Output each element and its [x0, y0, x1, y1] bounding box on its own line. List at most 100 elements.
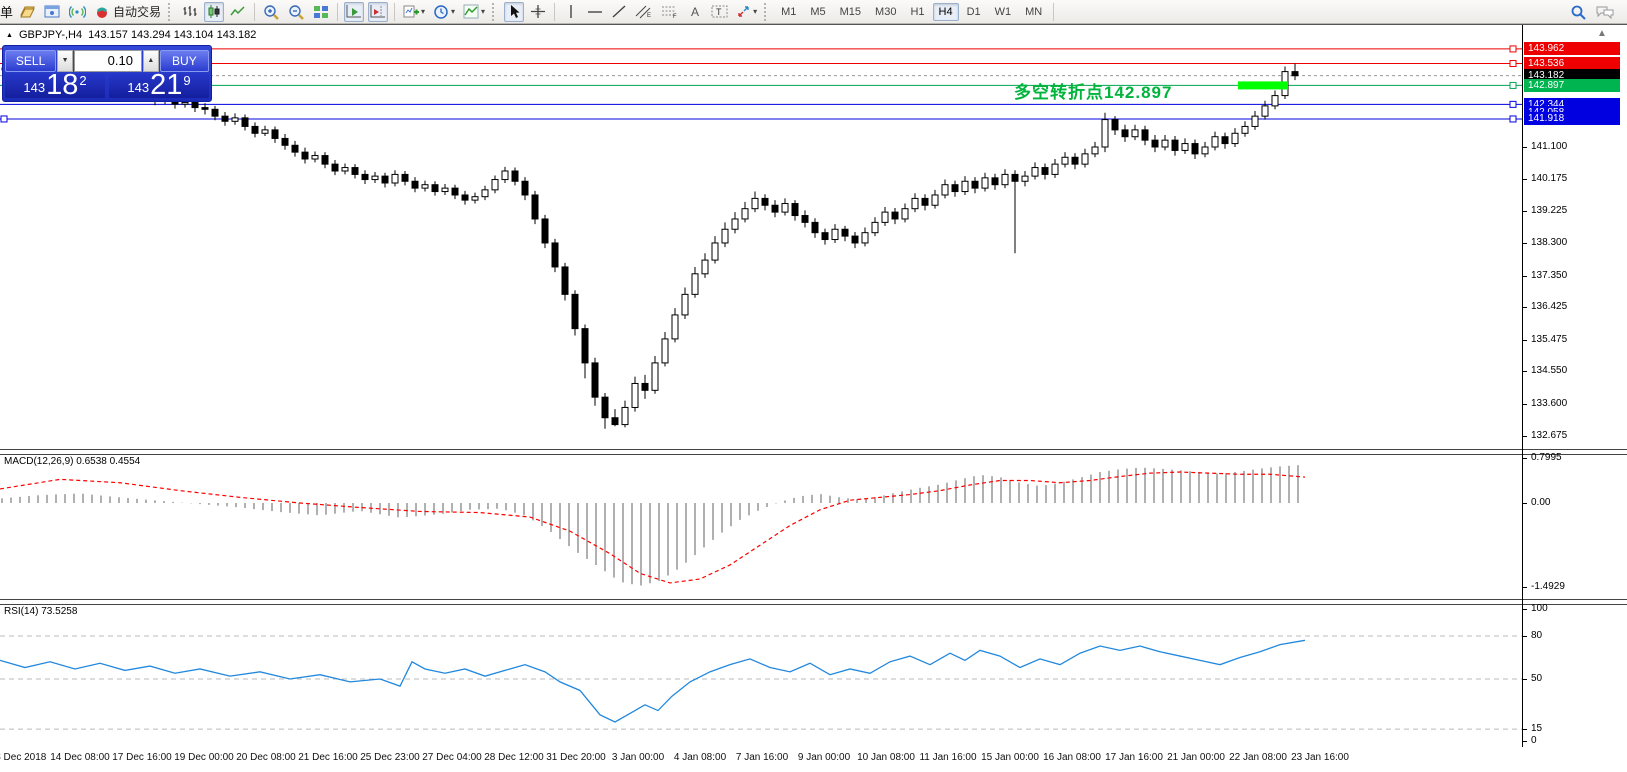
- scroll-up-icon[interactable]: ▲: [1597, 28, 1607, 39]
- zoom-out-icon[interactable]: [286, 2, 307, 22]
- gold-document-icon[interactable]: [17, 2, 38, 22]
- candle-body: [682, 294, 688, 315]
- candle-body: [442, 188, 448, 191]
- candle-body: [342, 168, 348, 171]
- price-axis-label: 134.550: [1531, 365, 1567, 376]
- period-clock-button[interactable]: ▾: [431, 2, 457, 22]
- macd-axis-tick: [1522, 503, 1527, 504]
- auto-scroll-button[interactable]: [344, 2, 364, 22]
- crosshair-icon[interactable]: [528, 2, 548, 22]
- signal-icon[interactable]: [67, 2, 88, 22]
- hline-handle[interactable]: [1510, 61, 1516, 67]
- rsi-indicator-label: RSI(14) 73.5258: [4, 606, 77, 617]
- price-axis-label: 139.225: [1531, 205, 1567, 216]
- timeframe-button-d1[interactable]: D1: [961, 3, 987, 21]
- trendline-icon[interactable]: [609, 2, 629, 22]
- hline-handle[interactable]: [1510, 82, 1516, 88]
- indicators-button[interactable]: ▾: [461, 2, 487, 22]
- buy-price-display[interactable]: 143 21 9: [109, 74, 209, 98]
- rsi-axis-tick: [1522, 679, 1527, 680]
- time-axis-label: 11 Jan 16:00: [919, 752, 976, 763]
- hline-handle[interactable]: [1510, 46, 1516, 52]
- channel-icon[interactable]: E: [633, 2, 655, 22]
- arrows-icon[interactable]: ▾: [734, 2, 759, 22]
- candlestick-chart-button[interactable]: [204, 2, 224, 22]
- toolbar-grip[interactable]: [168, 3, 175, 21]
- timeframe-button-m15[interactable]: M15: [834, 3, 867, 21]
- candle-body: [1072, 157, 1078, 164]
- candle-body: [772, 205, 778, 212]
- candle-body: [652, 363, 658, 390]
- sell-price-display[interactable]: 143 18 2: [5, 74, 105, 98]
- hline-handle[interactable]: [1510, 101, 1516, 107]
- hline-handle[interactable]: [1510, 116, 1516, 122]
- toolbar-grip[interactable]: [492, 3, 499, 21]
- toolbar-grip[interactable]: [764, 3, 771, 21]
- chart-window[interactable]: ▲ GBPJPY-,H4 143.157 143.294 143.104 143…: [0, 24, 1627, 772]
- price-axis-label: 136.425: [1531, 301, 1567, 312]
- candle-body: [692, 274, 698, 295]
- time-axis-label: 20 Dec 08:00: [236, 752, 296, 763]
- timeframe-button-h1[interactable]: H1: [904, 3, 930, 21]
- sell-price-pips: 18: [46, 72, 78, 98]
- candle-body: [1292, 72, 1298, 76]
- timeframe-button-w1[interactable]: W1: [989, 3, 1018, 21]
- time-axis-label: 27 Dec 04:00: [422, 752, 482, 763]
- chart-collapse-arrow[interactable]: ▲: [6, 32, 13, 39]
- line-chart-icon[interactable]: [228, 2, 248, 22]
- rsi-axis-label: 0: [1531, 735, 1537, 746]
- text-label-icon[interactable]: T: [709, 2, 730, 22]
- candle-body: [382, 176, 388, 183]
- panel-splitter[interactable]: [0, 599, 1627, 605]
- candle-body: [722, 229, 728, 243]
- candle-body: [932, 195, 938, 205]
- macd-axis-tick: [1522, 458, 1527, 459]
- candle-body: [562, 267, 568, 294]
- bar-chart-icon[interactable]: [180, 2, 200, 22]
- chart-header: ▲ GBPJPY-,H4 143.157 143.294 143.104 143…: [6, 29, 256, 41]
- hline-handle[interactable]: [1, 116, 7, 122]
- candle-body: [292, 145, 298, 152]
- panel-splitter[interactable]: [0, 449, 1627, 455]
- text-icon[interactable]: A: [685, 2, 705, 22]
- candle-body: [222, 116, 228, 121]
- chart-symbol-title: GBPJPY-,H4: [19, 29, 82, 41]
- candle-body: [822, 233, 828, 240]
- candle-body: [992, 178, 998, 185]
- new-order-button[interactable]: 单: [0, 2, 15, 21]
- candle-body: [1012, 174, 1018, 181]
- vertical-line-icon[interactable]: [561, 2, 581, 22]
- toolbar-separator: [1053, 3, 1054, 21]
- price-axis-tick: [1522, 436, 1527, 437]
- candle-body: [642, 383, 648, 390]
- new-chart-button[interactable]: ▾: [401, 2, 427, 22]
- zoom-in-icon[interactable]: [261, 2, 282, 22]
- rsi-line: [0, 640, 1305, 722]
- chart-shift-button[interactable]: [368, 2, 388, 22]
- cursor-button[interactable]: [504, 2, 524, 22]
- horizontal-line-icon[interactable]: [585, 2, 605, 22]
- chart-canvas[interactable]: [0, 25, 1627, 772]
- candle-body: [1152, 140, 1158, 147]
- tile-windows-icon[interactable]: [311, 2, 331, 22]
- candle-body: [282, 138, 288, 145]
- search-icon[interactable]: [1568, 2, 1589, 22]
- timeframe-button-m30[interactable]: M30: [869, 3, 902, 21]
- candle-body: [372, 176, 378, 179]
- autotrade-button[interactable]: 自动交易: [92, 2, 163, 22]
- candle-body: [332, 164, 338, 171]
- green-trend-segment[interactable]: [1238, 81, 1288, 89]
- timeframe-button-h4[interactable]: H4: [933, 3, 959, 21]
- candle-body: [432, 185, 438, 192]
- candle-body: [802, 216, 808, 223]
- candle-body: [1082, 154, 1088, 164]
- timeframe-button-m1[interactable]: M1: [775, 3, 802, 21]
- time-axis-label: 19 Dec 00:00: [174, 752, 234, 763]
- chat-icon[interactable]: [1593, 2, 1617, 22]
- window-user-icon[interactable]: [42, 2, 63, 22]
- time-axis-label: 23 Jan 16:00: [1291, 752, 1349, 763]
- timeframe-button-m5[interactable]: M5: [804, 3, 831, 21]
- timeframe-button-mn[interactable]: MN: [1019, 3, 1048, 21]
- fibonacci-icon[interactable]: F: [659, 2, 681, 22]
- volume-input[interactable]: [74, 50, 142, 72]
